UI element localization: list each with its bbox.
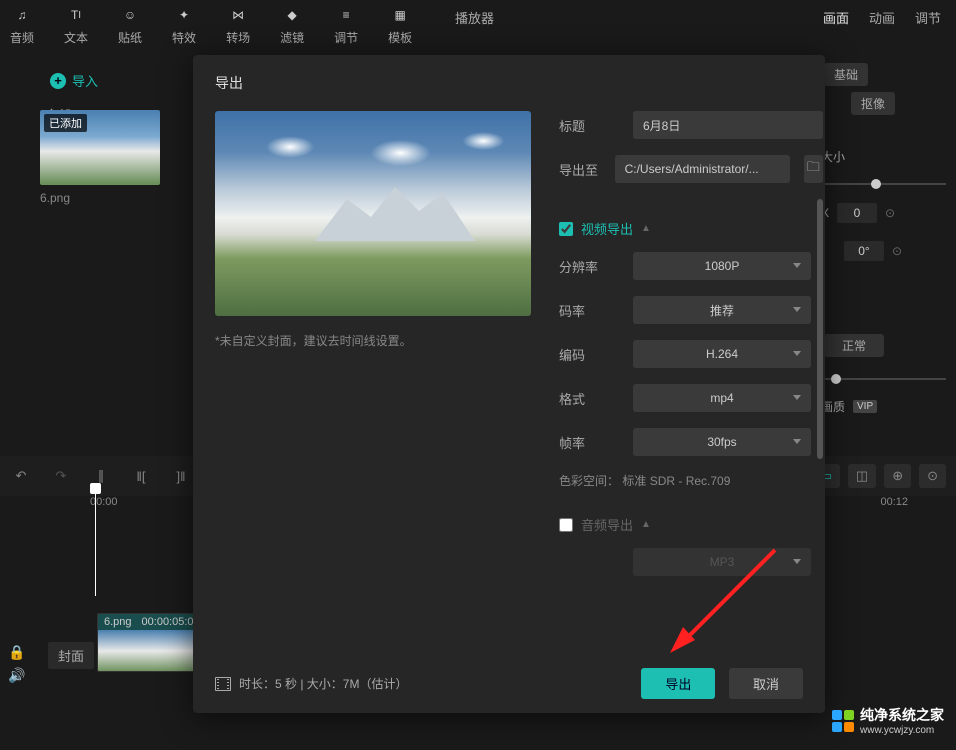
playhead[interactable] [95, 486, 96, 596]
tool-template[interactable]: ▦模板 [388, 5, 412, 46]
lock-icon[interactable]: 🔒 [8, 644, 25, 661]
cover-button[interactable]: 封面 [48, 642, 94, 669]
browse-folder-button[interactable]: 🗀 [804, 155, 823, 183]
format-label: 格式 [559, 389, 619, 408]
cancel-button[interactable]: 取消 [729, 668, 803, 699]
bitrate-select[interactable]: 推荐 [633, 296, 811, 324]
export-preview-column: *未自定义封面，建议去时间线设置。 [215, 111, 531, 581]
tool-effect[interactable]: ✦特效 [172, 5, 196, 46]
export-form: 标题 导出至 🗀 视频导出 ▲ 分辨率 1080P 码率 [559, 111, 823, 581]
thumbnail-image: 已添加 [40, 110, 160, 185]
resolution-select[interactable]: 1080P [633, 252, 811, 280]
reset-x-icon[interactable]: ⊙ [885, 206, 895, 220]
split-right-icon[interactable]: ]‖ [170, 465, 192, 487]
blend-mode-select[interactable]: 正常 [824, 334, 884, 357]
music-note-icon: ♫ [12, 5, 32, 25]
film-icon [215, 677, 231, 691]
title-label: 标题 [559, 116, 619, 135]
export-dialog-footer: 时长：5 秒 | 大小：7M（估计） 导出 取消 [215, 668, 803, 699]
bitrate-label: 码率 [559, 301, 619, 320]
size-slider[interactable] [821, 183, 946, 185]
media-thumbnail[interactable]: 已添加 6.png [40, 110, 160, 205]
export-preview-image [215, 111, 531, 316]
export-path-input[interactable] [615, 155, 790, 183]
video-export-checkbox[interactable] [559, 222, 573, 236]
codec-select[interactable]: H.264 [633, 340, 811, 368]
video-export-section-head[interactable]: 视频导出 ▲ [559, 219, 811, 238]
speaker-icon[interactable]: 🔊 [8, 667, 25, 684]
audio-format-select: MP3 [633, 548, 811, 576]
watermark-logo-icon [832, 710, 854, 732]
tool-filter[interactable]: ◆滤镜 [280, 5, 304, 46]
export-dialog-title: 导出 [215, 73, 803, 93]
opacity-slider[interactable] [821, 378, 946, 380]
clip-thumbnail [98, 630, 199, 672]
inspector-tabs: 画面 动画 调节 [823, 8, 941, 27]
export-button[interactable]: 导出 [641, 668, 715, 699]
export-dialog: 导出 *未自定义封面，建议去时间线设置。 标题 导出至 🗀 视频导出 [193, 55, 825, 713]
collapse-icon: ▲ [641, 519, 651, 530]
tab-picture[interactable]: 画面 [823, 8, 849, 27]
split-left-icon[interactable]: ‖[ [130, 465, 152, 487]
folder-icon: 🗀 [807, 158, 820, 180]
redo-icon[interactable]: ↷ [50, 465, 72, 487]
inspector-panel: 基础 抠像 大小 X 0 ⊙ 0° ⊙ 正常 画质 VIP [811, 50, 956, 443]
scrollbar-thumb[interactable] [817, 199, 823, 459]
reset-rotation-icon[interactable]: ⊙ [892, 244, 902, 258]
sticker-icon: ☺ [120, 5, 140, 25]
clip-header: 6.png 00:00:05:00 [98, 614, 199, 630]
tool-adjust[interactable]: ≡调节 [334, 5, 358, 46]
vip-badge: VIP [853, 400, 877, 413]
tool-sticker[interactable]: ☺贴纸 [118, 5, 142, 46]
x-value-input[interactable]: 0 [837, 203, 877, 223]
resolution-label: 分辨率 [559, 257, 619, 276]
sliders-icon: ≡ [336, 5, 356, 25]
tl-chip-3[interactable]: ⊕ [884, 464, 911, 488]
ruler-time-mark: 00:12 [880, 496, 908, 508]
watermark-url: www.ycwjzy.com [860, 725, 944, 736]
added-badge: 已添加 [44, 114, 87, 132]
fps-label: 帧率 [559, 433, 619, 452]
filter-icon: ◆ [282, 5, 302, 25]
audio-export-checkbox[interactable] [559, 518, 573, 532]
tool-text[interactable]: TI文本 [64, 5, 88, 46]
tool-transition[interactable]: ⋈转场 [226, 5, 250, 46]
audio-export-section-head[interactable]: 音频导出 ▲ [559, 515, 811, 534]
tl-chip-4[interactable]: ⊙ [919, 464, 946, 488]
export-path-label: 导出至 [559, 160, 601, 179]
import-button[interactable]: 导入 [50, 71, 98, 90]
rotation-value-input[interactable]: 0° [844, 241, 884, 261]
tab-adjust[interactable]: 调节 [915, 8, 941, 27]
format-select[interactable]: mp4 [633, 384, 811, 412]
cover-hint-text: *未自定义封面，建议去时间线设置。 [215, 332, 531, 349]
subtab-cutout[interactable]: 抠像 [851, 92, 895, 115]
clip-name: 6.png [104, 616, 132, 628]
transition-icon: ⋈ [228, 5, 248, 25]
export-settings-scroll: 视频导出 ▲ 分辨率 1080P 码率 推荐 编码 H.264 格式 mp4 [559, 199, 823, 581]
title-input[interactable] [633, 111, 823, 139]
watermark: 纯净系统之家 www.ycwjzy.com [832, 705, 944, 736]
colorspace-info: 色彩空间： 标准 SDR - Rec.709 [559, 472, 811, 489]
tool-audio[interactable]: ♫音频 [10, 5, 34, 46]
watermark-name: 纯净系统之家 [860, 705, 944, 725]
tab-animation[interactable]: 动画 [869, 8, 895, 27]
thumbnail-name: 6.png [40, 191, 160, 205]
track-lock-icons: 🔒 🔊 [8, 644, 25, 684]
template-icon: ▦ [390, 5, 410, 25]
sparkle-icon: ✦ [174, 5, 194, 25]
collapse-icon: ▲ [641, 223, 651, 234]
export-info: 时长：5 秒 | 大小：7M（估计） [215, 675, 407, 692]
timeline-clip[interactable]: 6.png 00:00:05:00 [97, 613, 200, 672]
fps-select[interactable]: 30fps [633, 428, 811, 456]
undo-icon[interactable]: ↶ [10, 465, 32, 487]
codec-label: 编码 [559, 345, 619, 364]
text-icon: TI [66, 5, 86, 25]
tl-chip-2[interactable]: ◫ [848, 464, 876, 488]
clip-duration: 00:00:05:00 [142, 616, 200, 628]
subtab-basic[interactable]: 基础 [824, 63, 868, 86]
player-panel-title: 播放器 [455, 8, 494, 27]
